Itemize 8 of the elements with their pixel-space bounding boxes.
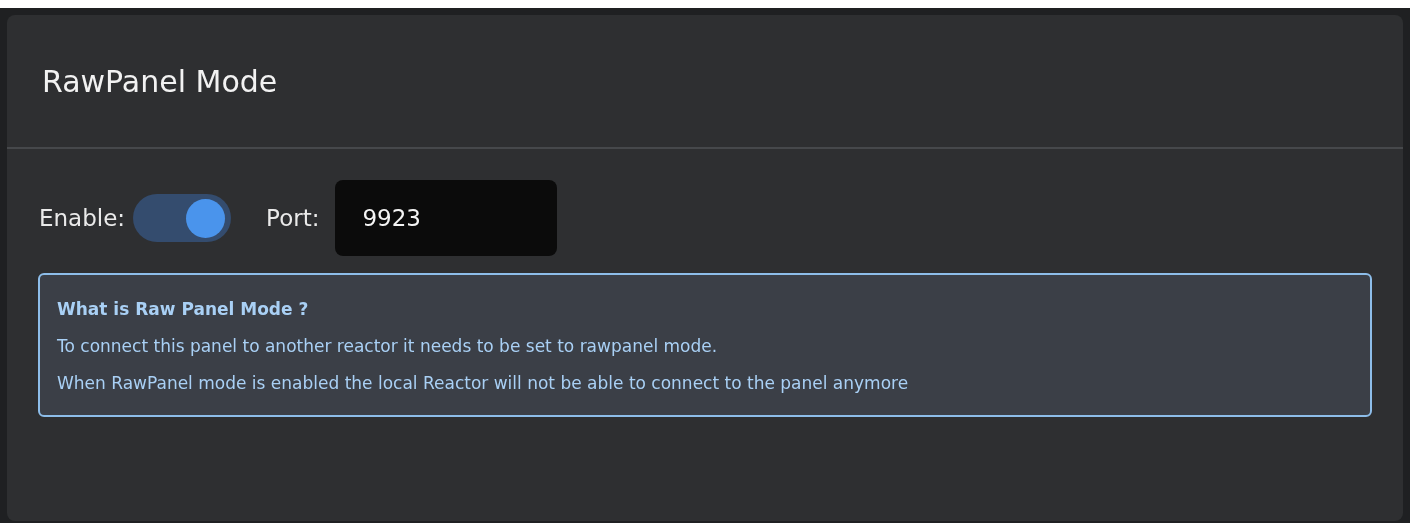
port-field[interactable]: 9923 (335, 180, 558, 256)
enable-toggle[interactable] (133, 194, 232, 242)
port-label: Port: (266, 205, 320, 231)
info-text: To connect this panel to another reactor it needs to be set to rawpanel mode. (57, 336, 719, 356)
info-text: When RawPanel mode is enabled the local Reactor will not be able to connect to the panel anymore (57, 373, 910, 393)
card-title: RawPanel Mode (42, 63, 278, 99)
info-heading: What is Raw Panel Mode ? (57, 299, 310, 319)
enable-label: Enable: (39, 205, 126, 231)
